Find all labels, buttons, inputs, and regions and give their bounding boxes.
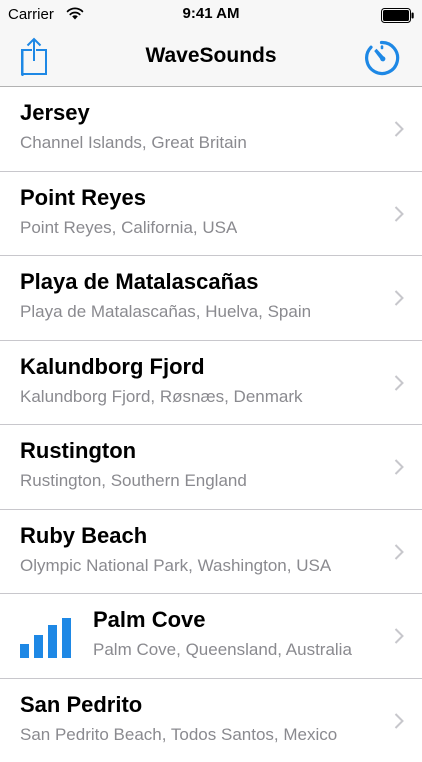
location-subtitle: Olympic National Park, Washington, USA — [20, 556, 331, 576]
chevron-right-icon — [394, 713, 404, 729]
location-title: San Pedrito — [20, 692, 142, 718]
chevron-right-icon — [394, 459, 404, 475]
chevron-right-icon — [394, 628, 404, 644]
app-title: WaveSounds — [0, 44, 422, 68]
list-item[interactable]: Ruby Beach Olympic National Park, Washin… — [0, 510, 422, 595]
list-item[interactable]: Jersey Channel Islands, Great Britain — [0, 87, 422, 172]
list-item-now-playing[interactable]: Palm Cove Palm Cove, Queensland, Austral… — [0, 594, 422, 679]
equalizer-bars-icon — [20, 618, 72, 658]
location-title: Rustington — [20, 438, 136, 464]
location-title: Point Reyes — [20, 185, 146, 211]
chevron-right-icon — [394, 206, 404, 222]
list-item[interactable]: Playa de Matalascañas Playa de Matalasca… — [0, 256, 422, 341]
chevron-right-icon — [394, 290, 404, 306]
list-item[interactable]: Rustington Rustington, Southern England — [0, 425, 422, 510]
location-subtitle: San Pedrito Beach, Todos Santos, Mexico — [20, 725, 337, 745]
share-icon — [14, 36, 54, 76]
timer-icon — [360, 36, 404, 80]
list-item[interactable]: San Pedrito San Pedrito Beach, Todos San… — [0, 679, 422, 762]
location-subtitle: Channel Islands, Great Britain — [20, 133, 247, 153]
list-item[interactable]: Kalundborg Fjord Kalundborg Fjord, Røsnæ… — [0, 341, 422, 426]
status-time: 9:41 AM — [0, 5, 422, 22]
location-subtitle: Kalundborg Fjord, Røsnæs, Denmark — [20, 387, 303, 407]
list-item[interactable]: Point Reyes Point Reyes, California, USA — [0, 172, 422, 257]
sleep-timer-button[interactable] — [360, 36, 404, 80]
location-title: Playa de Matalascañas — [20, 269, 258, 295]
location-list: Jersey Channel Islands, Great Britain Po… — [0, 87, 422, 762]
status-bar: Carrier 9:41 AM — [0, 0, 422, 30]
battery-icon — [381, 8, 415, 23]
share-button[interactable] — [14, 36, 54, 76]
location-title: Palm Cove — [93, 607, 206, 633]
location-subtitle: Palm Cove, Queensland, Australia — [93, 640, 352, 660]
location-subtitle: Rustington, Southern England — [20, 471, 247, 491]
location-subtitle: Playa de Matalascañas, Huelva, Spain — [20, 302, 311, 322]
location-subtitle: Point Reyes, California, USA — [20, 218, 237, 238]
chevron-right-icon — [394, 544, 404, 560]
navigation-bar: WaveSounds — [0, 30, 422, 87]
location-title: Ruby Beach — [20, 523, 147, 549]
chevron-right-icon — [394, 375, 404, 391]
location-title: Jersey — [20, 100, 90, 126]
chevron-right-icon — [394, 121, 404, 137]
location-title: Kalundborg Fjord — [20, 354, 205, 380]
